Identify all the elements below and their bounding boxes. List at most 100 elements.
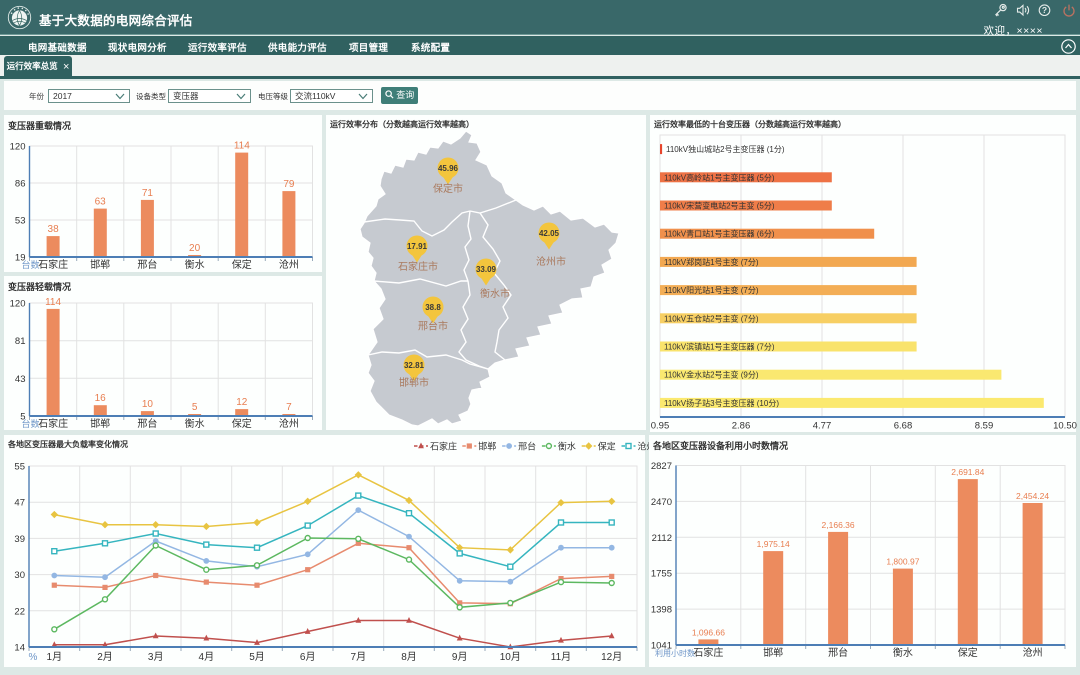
svg-text:5: 5 xyxy=(192,402,198,413)
svg-text:12: 12 xyxy=(236,397,248,408)
svg-text:2.86: 2.86 xyxy=(732,421,751,432)
svg-text:邯郸: 邯郸 xyxy=(763,646,783,659)
svg-text:%: % xyxy=(29,652,38,663)
svg-text:114: 114 xyxy=(234,141,250,152)
svg-text:1,975.14: 1,975.14 xyxy=(757,539,790,549)
svg-text:1,096.66: 1,096.66 xyxy=(692,627,725,637)
svg-text:81: 81 xyxy=(15,336,26,347)
svg-text:保定: 保定 xyxy=(232,417,252,430)
svg-text:22: 22 xyxy=(14,606,25,617)
svg-text:1398: 1398 xyxy=(651,605,672,616)
svg-text:71: 71 xyxy=(142,188,154,199)
svg-text:石家庄: 石家庄 xyxy=(430,441,457,452)
svg-text:邯郸: 邯郸 xyxy=(90,417,110,430)
svg-text:20: 20 xyxy=(189,243,201,254)
svg-text:6.68: 6.68 xyxy=(894,421,913,432)
svg-text:33.09: 33.09 xyxy=(476,265,497,274)
svg-text:衡水: 衡水 xyxy=(893,647,913,659)
svg-text:120: 120 xyxy=(10,299,26,310)
svg-text:沧州市: 沧州市 xyxy=(536,255,566,268)
svg-text:邢台: 邢台 xyxy=(828,646,848,659)
svg-text:110kV五仓站2号主变 (7分): 110kV五仓站2号主变 (7分) xyxy=(664,313,759,323)
svg-text:衡水: 衡水 xyxy=(185,418,205,430)
svg-text:110kV宋营变电站2号主变 (5分): 110kV宋营变电站2号主变 (5分) xyxy=(664,201,775,211)
svg-text:38: 38 xyxy=(48,224,60,235)
svg-text:86: 86 xyxy=(15,179,26,190)
svg-text:110kV阳光站1号主变 (7分): 110kV阳光站1号主变 (7分) xyxy=(664,285,759,295)
svg-text:110kV滨镇站1号主变压器 (7分): 110kV滨镇站1号主变压器 (7分) xyxy=(664,342,775,352)
svg-text:6月: 6月 xyxy=(300,651,316,663)
svg-text:邢台: 邢台 xyxy=(137,417,157,430)
svg-text:1755: 1755 xyxy=(651,569,672,580)
svg-text:114: 114 xyxy=(45,297,61,308)
svg-text:55: 55 xyxy=(14,462,25,473)
svg-text:10.50: 10.50 xyxy=(1053,421,1077,432)
svg-text:保定: 保定 xyxy=(232,258,252,271)
svg-text:53: 53 xyxy=(15,216,26,227)
svg-text:8.59: 8.59 xyxy=(975,421,994,432)
svg-text:4.77: 4.77 xyxy=(813,421,832,432)
svg-text:10: 10 xyxy=(142,399,154,410)
svg-text:2827: 2827 xyxy=(651,461,672,472)
svg-text:10月: 10月 xyxy=(500,651,521,663)
svg-text:11月: 11月 xyxy=(551,651,571,663)
svg-text:3月: 3月 xyxy=(148,651,164,663)
svg-text:79: 79 xyxy=(283,179,295,190)
svg-text:120: 120 xyxy=(10,142,26,153)
svg-text:2470: 2470 xyxy=(651,497,672,508)
svg-text:保定市: 保定市 xyxy=(433,182,463,195)
svg-text:43: 43 xyxy=(15,374,26,385)
svg-text:7: 7 xyxy=(286,402,292,413)
svg-text:110kV郑岗站1号主变 (7分): 110kV郑岗站1号主变 (7分) xyxy=(664,257,759,267)
svg-text:沧州: 沧州 xyxy=(279,258,299,271)
svg-text:邢台: 邢台 xyxy=(518,441,536,452)
svg-text:5月: 5月 xyxy=(249,651,265,663)
svg-text:9月: 9月 xyxy=(452,651,468,663)
svg-text:衡水市: 衡水市 xyxy=(480,287,510,300)
svg-text:17.91: 17.91 xyxy=(407,242,428,251)
svg-text:沧州: 沧州 xyxy=(279,417,299,430)
svg-text:110kV高岭站1号主变压器 (5分): 110kV高岭站1号主变压器 (5分) xyxy=(664,172,775,182)
svg-text:邯郸市: 邯郸市 xyxy=(399,376,429,389)
svg-text:110kV金水站2号主变 (9分): 110kV金水站2号主变 (9分) xyxy=(664,370,759,380)
svg-text:保定: 保定 xyxy=(598,441,616,452)
svg-text:0.95: 0.95 xyxy=(651,421,670,432)
svg-text:利用小时数: 利用小时数 xyxy=(655,648,695,658)
svg-text:1,800.97: 1,800.97 xyxy=(886,557,919,567)
svg-text:邢台市: 邢台市 xyxy=(418,320,448,333)
svg-text:42.05: 42.05 xyxy=(539,229,560,238)
svg-text:石家庄: 石家庄 xyxy=(38,417,68,430)
svg-text:衡水: 衡水 xyxy=(185,259,205,271)
svg-text:47: 47 xyxy=(14,498,25,509)
svg-text:邢台: 邢台 xyxy=(137,258,157,271)
svg-text:39: 39 xyxy=(14,534,25,545)
svg-text:7月: 7月 xyxy=(351,651,367,663)
svg-text:邯郸: 邯郸 xyxy=(478,441,496,452)
svg-text:30: 30 xyxy=(14,570,25,581)
svg-text:石家庄: 石家庄 xyxy=(693,646,723,659)
svg-text:110kV扬子站3号主变压器 (10分): 110kV扬子站3号主变压器 (10分) xyxy=(664,398,779,408)
svg-text:4月: 4月 xyxy=(199,651,215,663)
svg-text:2月: 2月 xyxy=(97,651,113,663)
svg-text:63: 63 xyxy=(95,197,107,208)
svg-text:1月: 1月 xyxy=(47,651,63,663)
svg-text:台数: 台数 xyxy=(21,418,39,429)
svg-text:110kV独山城站2号主变压器 (1分): 110kV独山城站2号主变压器 (1分) xyxy=(666,144,785,154)
svg-text:110kV青口站1号主变压器 (6分): 110kV青口站1号主变压器 (6分) xyxy=(664,229,775,239)
svg-text:8月: 8月 xyxy=(401,651,417,663)
svg-text:32.81: 32.81 xyxy=(404,361,425,370)
svg-text:16: 16 xyxy=(95,393,107,404)
svg-text:2,454.24: 2,454.24 xyxy=(1016,491,1049,501)
svg-text:2112: 2112 xyxy=(652,533,672,544)
svg-text:保定: 保定 xyxy=(958,646,978,659)
svg-text:台数: 台数 xyxy=(21,259,39,270)
svg-text:邯郸: 邯郸 xyxy=(90,258,110,271)
svg-text:2,166.36: 2,166.36 xyxy=(822,520,855,530)
svg-text:衡水: 衡水 xyxy=(558,441,576,452)
svg-text:石家庄: 石家庄 xyxy=(38,258,68,271)
svg-text:38.8: 38.8 xyxy=(425,303,441,312)
svg-text:石家庄市: 石家庄市 xyxy=(398,260,438,273)
svg-text:?: ? xyxy=(1042,5,1047,15)
svg-text:12月: 12月 xyxy=(601,651,622,663)
svg-text:14: 14 xyxy=(14,643,25,654)
